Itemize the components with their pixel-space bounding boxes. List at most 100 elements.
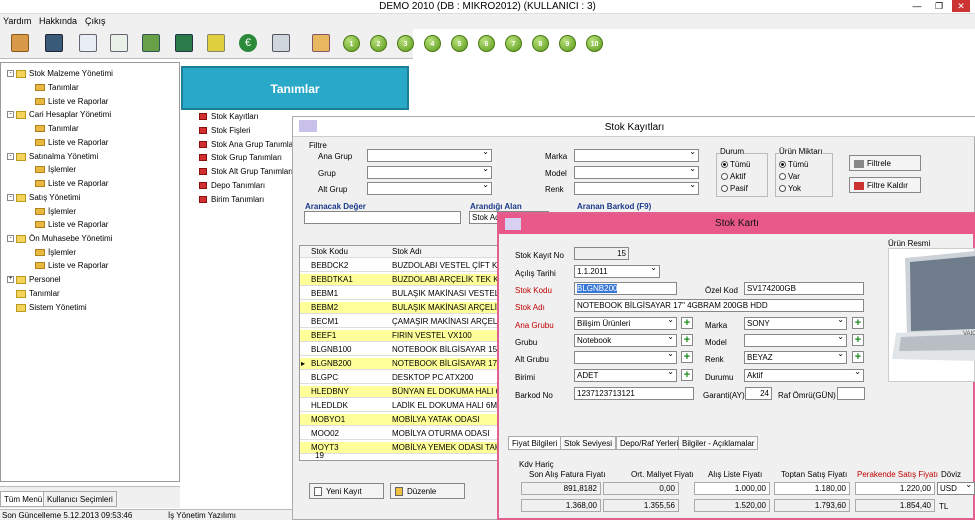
- table-row[interactable]: BLGPC DESKTOP PC ATX200: [300, 372, 510, 384]
- table-row[interactable]: BEBM1 BULAŞIK MAKİNASI VESTEL: [300, 288, 510, 300]
- tree-node[interactable]: - Ön Muhasebe Yönetimi: [7, 234, 112, 243]
- add-marka-icon[interactable]: +: [852, 317, 864, 329]
- table-row[interactable]: MOYT3 MOBİLYA YEMEK ODASI TAKIM: [300, 442, 510, 454]
- menu-cikis[interactable]: Çıkış: [85, 16, 106, 26]
- user-card-icon[interactable]: [45, 34, 63, 52]
- table-row[interactable]: HLEDLDK LADİK EL DOKUMA HALI 6M2: [300, 400, 510, 412]
- collapse-icon[interactable]: -: [7, 70, 14, 78]
- toptan-price[interactable]: 1.180,00: [774, 482, 850, 495]
- model-select[interactable]: [574, 166, 699, 179]
- acilis-date-picker[interactable]: 1.1.2011: [574, 265, 660, 278]
- miktar-tumu[interactable]: Tümü: [779, 160, 808, 169]
- tree-node[interactable]: Liste ve Raporlar: [35, 261, 108, 270]
- calculator-icon[interactable]: [272, 34, 290, 52]
- tree-node[interactable]: Sistem Yönetimi: [16, 303, 87, 312]
- tab-depo-raf[interactable]: Depo/Raf Yerleri: [616, 436, 683, 450]
- shortcut-9[interactable]: 9: [559, 35, 576, 52]
- shortcut-7[interactable]: 7: [505, 35, 522, 52]
- marka-select[interactable]: [574, 149, 699, 162]
- tree-node[interactable]: - Cari Hesaplar Yönetimi: [7, 110, 111, 119]
- euro-icon[interactable]: €: [239, 34, 257, 52]
- shortcut-1[interactable]: 1: [343, 35, 360, 52]
- close-icon[interactable]: ✕: [952, 0, 970, 12]
- tree-node[interactable]: - Satınalma Yönetimi: [7, 152, 98, 161]
- table-row[interactable]: MOBYO1 MOBİLYA YATAK ODASI: [300, 414, 510, 426]
- menu-hakkinda[interactable]: Hakkında: [39, 16, 77, 26]
- durumu-select[interactable]: Aktif: [744, 369, 864, 382]
- tanimlar-item[interactable]: Stok Fişleri: [199, 126, 251, 135]
- folder-icon[interactable]: [11, 34, 29, 52]
- tab-kullanici-secimleri[interactable]: Kullanıcı Seçimleri: [43, 491, 117, 507]
- tree-node[interactable]: Liste ve Raporlar: [35, 220, 108, 229]
- alt-grubu-select[interactable]: [574, 351, 677, 364]
- building-icon[interactable]: [312, 34, 330, 52]
- collapse-icon[interactable]: -: [7, 111, 14, 119]
- barkod-input[interactable]: 1237123713121: [574, 387, 694, 400]
- shortcut-2[interactable]: 2: [370, 35, 387, 52]
- table-row[interactable]: BLGNB100 NOTEBOOK BİLGİSAYAR 15": [300, 344, 510, 356]
- tree-node[interactable]: İşlemler: [35, 248, 76, 257]
- collapse-icon[interactable]: -: [7, 194, 14, 202]
- garanti-input[interactable]: 24: [745, 387, 772, 400]
- tree-node[interactable]: Liste ve Raporlar: [35, 97, 108, 106]
- list-icon[interactable]: [110, 34, 128, 52]
- duzenle-button[interactable]: Düzenle: [390, 483, 465, 499]
- miktar-yok[interactable]: Yok: [779, 184, 801, 193]
- ozel-kod-input[interactable]: SV174200GB: [744, 282, 864, 295]
- add-ana-grup-icon[interactable]: +: [681, 317, 693, 329]
- add-renk-icon[interactable]: +: [852, 351, 864, 363]
- cash-register-icon[interactable]: [175, 34, 193, 52]
- stok-kodu-input[interactable]: BLGNB200: [574, 282, 677, 295]
- col-stok-kodu[interactable]: Stok Kodu: [311, 247, 348, 256]
- aranacak-deger-input[interactable]: [304, 211, 461, 224]
- add-grup-icon[interactable]: +: [681, 334, 693, 346]
- tree-node[interactable]: İşlemler: [35, 165, 76, 174]
- col-stok-adi[interactable]: Stok Adı: [392, 247, 422, 256]
- add-birim-icon[interactable]: +: [681, 369, 693, 381]
- marka-select[interactable]: SONY: [744, 317, 847, 330]
- tanimlar-item[interactable]: Stok Kayıtları: [199, 112, 259, 121]
- shortcut-4[interactable]: 4: [424, 35, 441, 52]
- collapse-icon[interactable]: -: [7, 235, 14, 243]
- ana-grubu-select[interactable]: Bilişim Ürünleri: [574, 317, 677, 330]
- restore-icon[interactable]: ❐: [930, 0, 948, 12]
- table-row[interactable]: BECM1 ÇAMAŞIR MAKİNASI ARÇELİK: [300, 316, 510, 328]
- minimize-icon[interactable]: —: [908, 0, 926, 12]
- table-row-selected[interactable]: ▸ BLGNB200 NOTEBOOK BİLGİSAYAR 17" 4: [300, 358, 510, 370]
- durum-pasif[interactable]: Pasif: [721, 184, 748, 193]
- expand-icon[interactable]: +: [7, 276, 14, 284]
- shortcut-5[interactable]: 5: [451, 35, 468, 52]
- filtrele-button[interactable]: Filtrele: [849, 155, 921, 171]
- birimi-select[interactable]: ADET: [574, 369, 677, 382]
- tree-node[interactable]: Tanımlar: [35, 124, 79, 133]
- table-row[interactable]: BEBDCK2 BUZDOLABI VESTEL ÇİFT KA: [300, 260, 510, 272]
- alis-liste-price[interactable]: 1.000,00: [694, 482, 770, 495]
- alt-grup-select[interactable]: [367, 182, 492, 195]
- durum-tumu[interactable]: Tümü: [721, 160, 750, 169]
- money-icon[interactable]: [142, 34, 160, 52]
- model-select[interactable]: [744, 334, 847, 347]
- tanimlar-item[interactable]: Stok Ana Grup Tanımları: [199, 140, 298, 149]
- filtre-kaldir-button[interactable]: Filtre Kaldır: [849, 177, 921, 193]
- add-alt-grup-icon[interactable]: +: [681, 351, 693, 363]
- miktar-var[interactable]: Var: [779, 172, 800, 181]
- tab-bilgiler[interactable]: Bilgiler - Açıklamalar: [678, 436, 759, 450]
- table-row[interactable]: BEBDTKA1 BUZDOLABI ARÇELİK TEK KAPI: [300, 274, 511, 286]
- shortcut-6[interactable]: 6: [478, 35, 495, 52]
- renk-select[interactable]: BEYAZ: [744, 351, 847, 364]
- grubu-select[interactable]: Notebook: [574, 334, 677, 347]
- yeni-kayit-button[interactable]: Yeni Kayıt: [309, 483, 384, 499]
- tree-node[interactable]: Liste ve Raporlar: [35, 179, 108, 188]
- tree-node[interactable]: Liste ve Raporlar: [35, 138, 108, 147]
- shortcut-8[interactable]: 8: [532, 35, 549, 52]
- collapse-icon[interactable]: -: [7, 153, 14, 161]
- tanimlar-item[interactable]: Stok Alt Grup Tanımları: [199, 167, 293, 176]
- doviz-select[interactable]: USD: [937, 482, 975, 495]
- table-row[interactable]: HLEDBNY BÜNYAN EL DOKUMA HALI 6M2: [300, 386, 511, 398]
- tree-node[interactable]: İşlemler: [35, 207, 76, 216]
- tab-tum-menu[interactable]: Tüm Menü: [0, 491, 47, 507]
- tanimlar-item[interactable]: Depo Tanımları: [199, 181, 265, 190]
- document-icon[interactable]: [79, 34, 97, 52]
- tab-fiyat-bilgileri[interactable]: Fiyat Bilgileri: [508, 436, 562, 450]
- tree-node[interactable]: Tanımlar: [16, 289, 60, 298]
